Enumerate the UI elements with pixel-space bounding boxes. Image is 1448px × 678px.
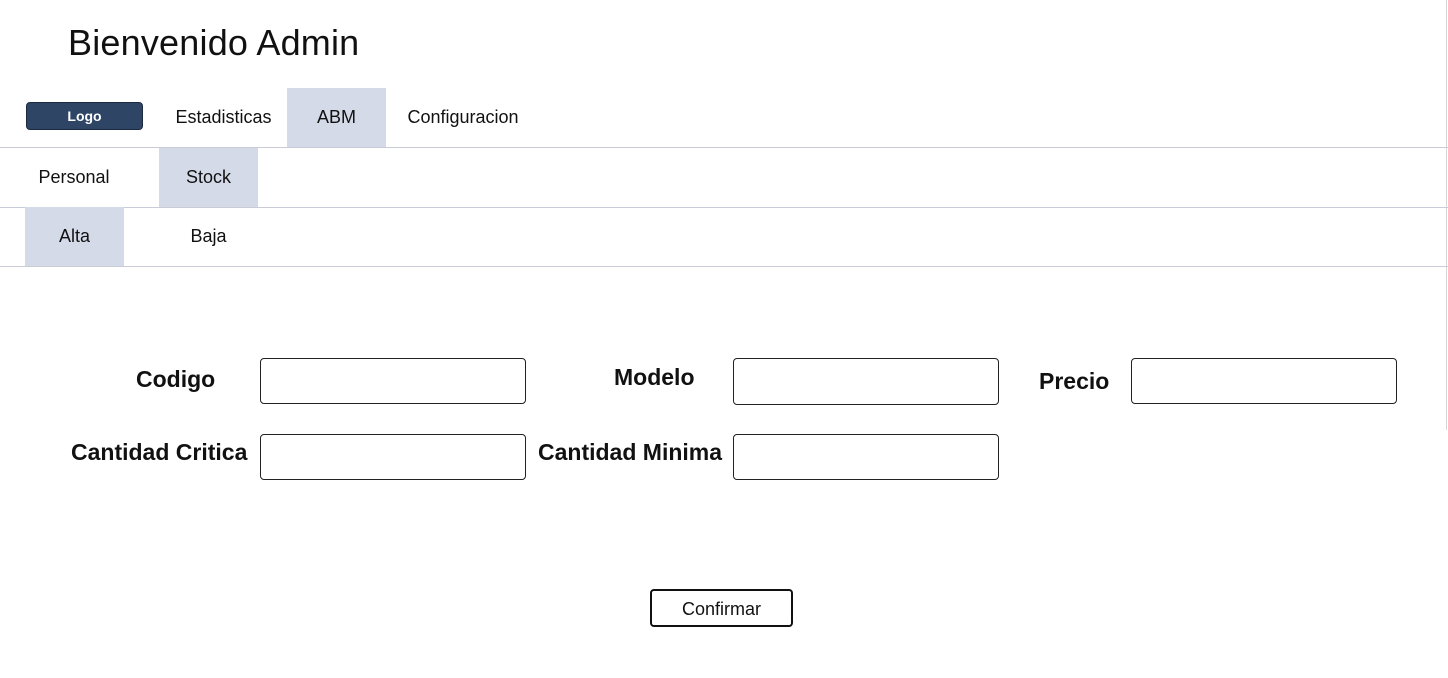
cantidad-minima-input[interactable] [733,434,999,480]
logo-button[interactable]: Logo [26,102,143,130]
codigo-label: Codigo [136,366,216,392]
abm-subnav: Personal Stock [0,148,1448,208]
tab-estadisticas[interactable]: Estadisticas [160,88,287,147]
tab-configuracion[interactable]: Configuracion [386,88,540,147]
page-title: Bienvenido Admin [68,22,360,63]
cantidad-critica-input[interactable] [260,434,526,480]
tab-alta[interactable]: Alta [25,207,124,266]
cantidad-critica-label: Cantidad Critica [71,439,248,465]
precio-input[interactable] [1131,358,1397,404]
confirm-button[interactable]: Confirmar [650,589,793,627]
modelo-label: Modelo [614,364,695,390]
precio-label: Precio [1039,368,1110,394]
stock-subnav: Alta Baja [0,207,1448,267]
codigo-input[interactable] [260,358,526,404]
main-nav: Logo Estadisticas ABM Configuracion [0,88,1448,148]
cantidad-minima-label: Cantidad Minima [538,439,723,465]
tab-abm[interactable]: ABM [287,88,386,147]
tab-baja[interactable]: Baja [159,207,258,266]
tab-stock[interactable]: Stock [159,148,258,207]
modelo-input[interactable] [733,358,999,405]
tab-personal[interactable]: Personal [25,148,123,207]
